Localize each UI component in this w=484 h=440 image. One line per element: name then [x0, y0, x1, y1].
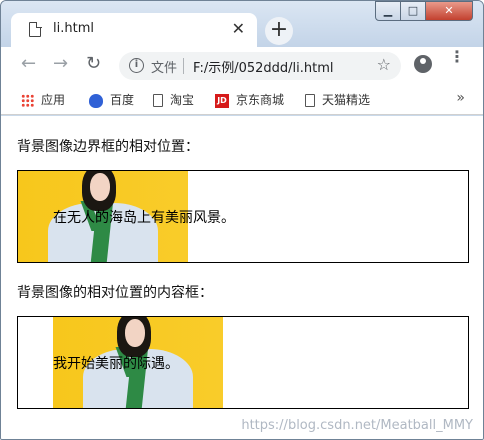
address-url[interactable]: F:/示例/052ddd/li.html [193, 57, 334, 76]
watermark: https://blog.csdn.net/Meatball_MMY [241, 418, 473, 433]
back-button[interactable]: ← [21, 53, 36, 74]
address-bar[interactable]: i 文件 F:/示例/052ddd/li.html ☆ [119, 52, 401, 80]
section1-label: 背景图像边界框的相对位置： [17, 139, 199, 155]
bookmark-label: 京东商城 [236, 93, 285, 107]
bookmark-jd[interactable]: JD 京东商城 [215, 91, 284, 108]
bookmark-label: 应用 [41, 93, 66, 107]
maximize-icon: □ [407, 4, 419, 17]
browser-window: li.html ✕ + ▁ □ ✕ ← → ↻ i 文件 F:/示例/052dd… [0, 0, 484, 440]
document-icon [29, 21, 42, 37]
bookmark-label: 百度 [110, 93, 135, 107]
document-icon [305, 94, 315, 107]
bookmarks-overflow-button[interactable]: » [456, 90, 465, 106]
tab-title: li.html [53, 21, 94, 36]
minimize-button[interactable]: ▁ [375, 1, 401, 21]
bookmark-taobao[interactable]: 淘宝 [153, 91, 194, 108]
menu-icon[interactable]: ⋮ [449, 49, 465, 65]
forward-button[interactable]: → [53, 53, 68, 74]
close-window-button[interactable]: ✕ [425, 1, 473, 21]
new-tab-button[interactable]: + [265, 17, 293, 45]
bookmark-star-icon[interactable]: ☆ [377, 55, 391, 74]
jd-logo-icon: JD [215, 93, 229, 108]
bookmark-tmall[interactable]: 天猫精选 [305, 91, 370, 108]
section2-label: 背景图像的相对位置的内容框： [17, 285, 213, 301]
baidu-paw-icon [89, 93, 103, 108]
bookmark-baidu[interactable]: 百度 [89, 91, 134, 108]
close-icon: ✕ [444, 4, 454, 17]
page-content: 背景图像边界框的相对位置： 在无人的海岛上有美丽风景。 背景图像的相对位置的内容… [1, 116, 483, 439]
section1-text: 在无人的海岛上有美丽风景。 [53, 210, 235, 226]
browser-toolbar: ← → ↻ i 文件 F:/示例/052ddd/li.html ☆ ⋮ [1, 47, 483, 85]
title-bar: li.html ✕ + ▁ □ ✕ [1, 1, 483, 47]
bookmark-label: 天猫精选 [322, 93, 371, 107]
apps-grid-icon [21, 94, 34, 107]
section2-box: 我开始美丽的际遇。 [17, 316, 469, 409]
maximize-button[interactable]: □ [400, 1, 426, 21]
section2-text: 我开始美丽的际遇。 [53, 356, 179, 372]
account-avatar-icon[interactable] [414, 55, 432, 73]
bookmarks-bar: 应用 百度 淘宝 JD 京东商城 天猫精选 » [1, 85, 483, 115]
bookmark-label: 淘宝 [170, 93, 195, 107]
tab-close-icon[interactable]: ✕ [232, 19, 245, 38]
address-separator [183, 58, 184, 74]
browser-tab[interactable]: li.html ✕ [11, 13, 257, 47]
minimize-icon: ▁ [383, 4, 393, 17]
reload-button[interactable]: ↻ [86, 53, 101, 74]
info-icon[interactable]: i [129, 58, 144, 73]
document-icon [153, 94, 163, 107]
section1-box: 在无人的海岛上有美丽风景。 [17, 170, 469, 263]
address-scheme: 文件 [151, 61, 178, 76]
bookmark-apps[interactable]: 应用 [21, 91, 65, 108]
